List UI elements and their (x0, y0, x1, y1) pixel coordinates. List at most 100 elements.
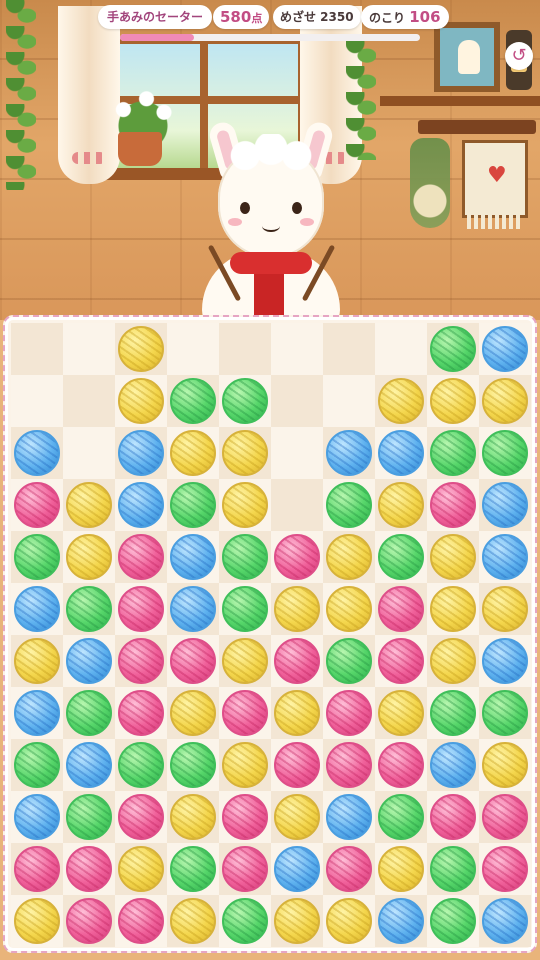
board-cell[interactable] (219, 895, 271, 947)
board-cell[interactable] (11, 323, 63, 375)
board-cell[interactable] (427, 635, 479, 687)
yarn-ball-pink-icon[interactable] (326, 846, 372, 892)
yarn-ball-pink-icon[interactable] (118, 794, 164, 840)
board-cell[interactable] (219, 531, 271, 583)
yarn-ball-blue-icon[interactable] (14, 430, 60, 476)
yarn-ball-yellow-icon[interactable] (222, 742, 268, 788)
board-cell[interactable] (167, 687, 219, 739)
board-cell[interactable] (323, 323, 375, 375)
yarn-ball-green-icon[interactable] (430, 898, 476, 944)
yarn-ball-green-icon[interactable] (66, 690, 112, 736)
yarn-ball-yellow-icon[interactable] (326, 898, 372, 944)
board-cell[interactable] (11, 375, 63, 427)
yarn-ball-pink-icon[interactable] (66, 846, 112, 892)
board-cell[interactable] (427, 479, 479, 531)
board-cell[interactable] (375, 791, 427, 843)
board-cell[interactable] (63, 583, 115, 635)
yarn-ball-pink-icon[interactable] (222, 794, 268, 840)
yarn-ball-green-icon[interactable] (378, 534, 424, 580)
yarn-ball-yellow-icon[interactable] (14, 638, 60, 684)
board-cell[interactable] (323, 739, 375, 791)
board-cell[interactable] (11, 635, 63, 687)
board-cell[interactable] (115, 531, 167, 583)
yarn-ball-yellow-icon[interactable] (222, 430, 268, 476)
board-cell[interactable] (479, 687, 531, 739)
yarn-ball-yellow-icon[interactable] (118, 378, 164, 424)
yarn-ball-blue-icon[interactable] (14, 690, 60, 736)
yarn-ball-blue-icon[interactable] (170, 586, 216, 632)
board-cell[interactable] (63, 375, 115, 427)
board-cell[interactable] (375, 895, 427, 947)
board-cell[interactable] (271, 583, 323, 635)
yarn-ball-pink-icon[interactable] (274, 638, 320, 684)
yarn-ball-pink-icon[interactable] (222, 846, 268, 892)
board-cell[interactable] (167, 791, 219, 843)
yarn-ball-yellow-icon[interactable] (378, 846, 424, 892)
board-cell[interactable] (271, 687, 323, 739)
board-cell[interactable] (11, 479, 63, 531)
yarn-ball-yellow-icon[interactable] (274, 690, 320, 736)
yarn-ball-pink-icon[interactable] (170, 638, 216, 684)
board-cell[interactable] (63, 323, 115, 375)
yarn-ball-pink-icon[interactable] (378, 586, 424, 632)
yarn-ball-yellow-icon[interactable] (378, 690, 424, 736)
yarn-ball-blue-icon[interactable] (274, 846, 320, 892)
board-cell[interactable] (11, 687, 63, 739)
yarn-ball-pink-icon[interactable] (118, 638, 164, 684)
board-cell[interactable] (323, 531, 375, 583)
board-cell[interactable] (427, 323, 479, 375)
yarn-ball-blue-icon[interactable] (14, 794, 60, 840)
yarn-ball-blue-icon[interactable] (482, 534, 528, 580)
board-cell[interactable] (323, 427, 375, 479)
board-cell[interactable] (11, 583, 63, 635)
yarn-ball-green-icon[interactable] (326, 638, 372, 684)
yarn-ball-yellow-icon[interactable] (222, 638, 268, 684)
board-cell[interactable] (271, 739, 323, 791)
yarn-ball-green-icon[interactable] (222, 534, 268, 580)
board-cell[interactable] (63, 791, 115, 843)
yarn-ball-green-icon[interactable] (14, 534, 60, 580)
board-cell[interactable] (375, 375, 427, 427)
yarn-ball-green-icon[interactable] (66, 586, 112, 632)
yarn-ball-pink-icon[interactable] (378, 638, 424, 684)
board-cell[interactable] (479, 791, 531, 843)
board-cell[interactable] (219, 479, 271, 531)
board-cell[interactable] (375, 531, 427, 583)
yarn-ball-yellow-icon[interactable] (118, 846, 164, 892)
yarn-ball-yellow-icon[interactable] (118, 326, 164, 372)
board-cell[interactable] (323, 843, 375, 895)
board-cell[interactable] (167, 895, 219, 947)
board-cell[interactable] (219, 843, 271, 895)
board-cell[interactable] (167, 583, 219, 635)
board-cell[interactable] (219, 791, 271, 843)
board-cell[interactable] (167, 479, 219, 531)
yarn-ball-yellow-icon[interactable] (482, 586, 528, 632)
board-cell[interactable] (115, 843, 167, 895)
yarn-ball-blue-icon[interactable] (482, 638, 528, 684)
yarn-ball-blue-icon[interactable] (378, 430, 424, 476)
board-cell[interactable] (323, 479, 375, 531)
yarn-ball-pink-icon[interactable] (14, 846, 60, 892)
board-cell[interactable] (115, 375, 167, 427)
board-cell[interactable] (11, 739, 63, 791)
board-cell[interactable] (323, 791, 375, 843)
yarn-ball-yellow-icon[interactable] (378, 482, 424, 528)
board-cell[interactable] (63, 687, 115, 739)
board-cell[interactable] (271, 375, 323, 427)
board-cell[interactable] (323, 583, 375, 635)
yarn-ball-yellow-icon[interactable] (170, 794, 216, 840)
yarn-ball-pink-icon[interactable] (274, 742, 320, 788)
yarn-ball-green-icon[interactable] (170, 482, 216, 528)
board-cell[interactable] (63, 635, 115, 687)
yarn-ball-yellow-icon[interactable] (66, 482, 112, 528)
board-cell[interactable] (479, 375, 531, 427)
board-cell[interactable] (167, 739, 219, 791)
yarn-ball-blue-icon[interactable] (66, 742, 112, 788)
board-cell[interactable] (167, 323, 219, 375)
yarn-ball-yellow-icon[interactable] (430, 638, 476, 684)
board-cell[interactable] (479, 895, 531, 947)
board-cell[interactable] (63, 427, 115, 479)
yarn-ball-pink-icon[interactable] (222, 690, 268, 736)
yarn-ball-blue-icon[interactable] (430, 742, 476, 788)
board-cell[interactable] (271, 323, 323, 375)
